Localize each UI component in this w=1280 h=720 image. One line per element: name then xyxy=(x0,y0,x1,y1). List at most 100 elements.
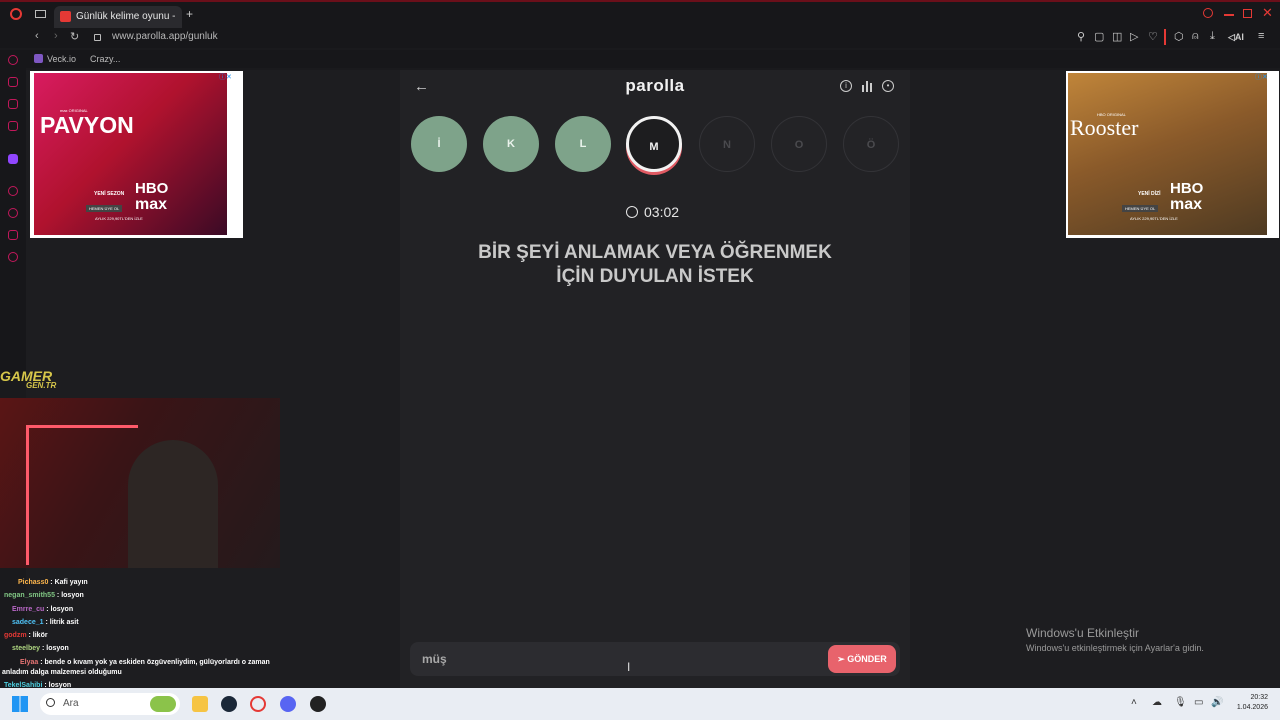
chat-user: negan_smith55 xyxy=(4,592,55,600)
chat-line: sadece_1 : litrik asit xyxy=(12,618,79,626)
play-icon[interactable]: ▷ xyxy=(1130,30,1138,43)
stats-icon[interactable] xyxy=(861,80,873,92)
right-ad-image[interactable] xyxy=(1068,73,1267,235)
veckio-bookmark-icon xyxy=(34,54,43,63)
gamer-watermark-logo: GAMER GEN.TR xyxy=(0,368,56,390)
browser-tab[interactable]: Günlük kelime oyunu - par xyxy=(54,6,182,44)
right-ad-cta[interactable]: HEMEN ÜYE OL xyxy=(1122,205,1159,212)
reload-icon[interactable]: ↻ xyxy=(70,30,79,43)
letter-circle-i: İ xyxy=(411,116,467,172)
search-tabs-icon[interactable] xyxy=(1203,8,1213,18)
chat-line: godzm : likör xyxy=(4,632,48,640)
maximize-button[interactable] xyxy=(1243,9,1252,18)
new-tab-button[interactable]: + xyxy=(186,7,193,21)
ai-icon[interactable]: ◁AI xyxy=(1228,32,1244,43)
left-ad-image[interactable] xyxy=(34,73,227,235)
steam-icon[interactable] xyxy=(221,696,237,712)
chat-line: negan_smith55 : losyon xyxy=(4,592,84,600)
bookmark-veckio[interactable]: Veck.io xyxy=(47,54,76,64)
right-ad-max: max xyxy=(1170,196,1203,213)
webcam-led-lights xyxy=(26,425,138,565)
close-window-button[interactable]: ✕ xyxy=(1262,5,1273,21)
sidebar-aria-icon[interactable] xyxy=(8,55,18,65)
opera-taskbar-icon[interactable] xyxy=(250,696,266,712)
info-icon[interactable]: i xyxy=(840,80,852,92)
forward-nav-icon[interactable]: › xyxy=(54,30,58,42)
sidebar-shop-icon[interactable] xyxy=(8,77,18,87)
chat-user: godzm xyxy=(4,632,27,640)
tab-manager-icon[interactable] xyxy=(35,10,46,18)
clock-date: 1.04.2026 xyxy=(1236,704,1268,711)
tray-mic-icon[interactable]: 🎙 xyxy=(1174,697,1187,708)
chat-user: sadece_1 xyxy=(12,618,44,626)
discord-icon[interactable] xyxy=(280,696,296,712)
file-explorer-icon[interactable] xyxy=(192,696,208,712)
menu-icon[interactable]: ≡ xyxy=(1258,30,1264,42)
letter-circle-l: L xyxy=(555,116,611,172)
chat-msg: anladım dalga malzemesi olduğumu xyxy=(2,669,122,677)
right-ad-season: YENİ DİZİ xyxy=(1138,191,1161,197)
windows-activation-notice: Windows'u Etkinleştir Windows'u etkinleş… xyxy=(1026,626,1204,653)
sidebar-mail-icon[interactable] xyxy=(8,121,18,131)
left-ad-price: AYLIK 229,90TL'DEN İZLE xyxy=(95,216,143,221)
tray-chevron-icon[interactable]: ˄ xyxy=(1131,697,1137,708)
letter-circle-n: N xyxy=(699,116,755,172)
bookmarks-bar: Veck.io Crazy... xyxy=(0,50,1280,68)
right-ad-brand: Rooster xyxy=(1070,115,1139,140)
tray-display-icon[interactable]: ▭ xyxy=(1194,697,1203,708)
sidebar-settings-icon[interactable] xyxy=(8,252,18,262)
chat-line: Emrre_cu : losyon xyxy=(12,605,74,613)
lock-icon xyxy=(94,34,101,41)
sidebar-messenger-icon[interactable] xyxy=(8,99,18,109)
browser-sidebar xyxy=(0,50,26,380)
chat-user: Pichass0 xyxy=(18,579,49,586)
letter-circle-oe: Ö xyxy=(843,116,899,172)
right-ad-info-icon[interactable]: ⓘ✕ xyxy=(1255,72,1268,82)
shield-icon[interactable]: ◫ xyxy=(1112,30,1122,43)
sidebar-twitch-icon[interactable] xyxy=(8,154,18,164)
right-ad-price: AYLIK 229,90TL'DEN İZLE xyxy=(1130,216,1178,221)
clock-time: 20:32 xyxy=(1250,694,1268,701)
stream-chat: Pichass0 : Kafi yayın negan_smith55 : lo… xyxy=(0,576,280,693)
send-label: GÖNDER xyxy=(847,654,887,664)
chat-user: Emrre_cu xyxy=(12,605,45,613)
app-taskbar-icon[interactable] xyxy=(310,696,326,712)
profile-icon[interactable]: ⍝ xyxy=(1192,30,1199,43)
taskbar-search[interactable]: Ara xyxy=(40,693,180,715)
parolla-favicon-icon xyxy=(60,10,71,22)
chat-msg: Kafi yayın xyxy=(54,579,88,586)
opera-logo-icon[interactable] xyxy=(10,8,22,20)
url-input[interactable] xyxy=(112,31,412,42)
taskbar-clock[interactable]: 20:32 1.04.2026 xyxy=(1228,693,1268,713)
left-ad-cta[interactable]: HEMEN ÜYE OL xyxy=(86,205,123,212)
tray-network-icon[interactable]: ☁ xyxy=(1152,697,1162,708)
snapshot-icon[interactable]: ▢ xyxy=(1094,30,1104,43)
back-nav-icon[interactable]: ‹ xyxy=(35,30,39,42)
heart-icon[interactable]: ♡ xyxy=(1148,30,1158,43)
text-cursor-icon: I xyxy=(627,660,631,674)
letter-circle-k: K xyxy=(483,116,539,172)
download-icon[interactable]: ⤓ xyxy=(1210,30,1215,43)
answer-input[interactable] xyxy=(420,651,804,667)
minimize-button[interactable] xyxy=(1224,14,1234,16)
chat-msg: losyon xyxy=(50,605,74,613)
browser-tab-bar: Günlük kelime oyunu - par + ✕ xyxy=(0,0,1280,44)
extensions-icon[interactable]: ⬡ xyxy=(1174,30,1184,43)
bookmark-crazy[interactable]: Crazy... xyxy=(90,54,120,64)
clock-icon xyxy=(626,206,638,218)
windows-start-icon[interactable] xyxy=(12,696,28,712)
left-ad-info-icon[interactable]: ⓘ✕ xyxy=(219,72,232,82)
pin-icon[interactable]: ⚲ xyxy=(1077,30,1085,43)
sidebar-extensions-icon[interactable] xyxy=(8,230,18,240)
chat-msg: litrik asit xyxy=(49,618,79,626)
sidebar-history-icon[interactable] xyxy=(8,208,18,218)
send-button[interactable]: ➢ GÖNDER xyxy=(828,645,896,673)
profile-icon[interactable]: • xyxy=(882,80,894,92)
webcam-person xyxy=(128,440,218,568)
left-ad-brand: PAVYON xyxy=(40,112,134,138)
tray-volume-icon[interactable]: 🔊 xyxy=(1211,697,1223,708)
question-line-1: BİR ŞEYİ ANLAMAK VEYA ÖĞRENMEK xyxy=(478,242,832,263)
search-icon xyxy=(46,698,55,707)
toolbar-separator xyxy=(1164,29,1166,45)
sidebar-player-icon[interactable] xyxy=(8,186,18,196)
